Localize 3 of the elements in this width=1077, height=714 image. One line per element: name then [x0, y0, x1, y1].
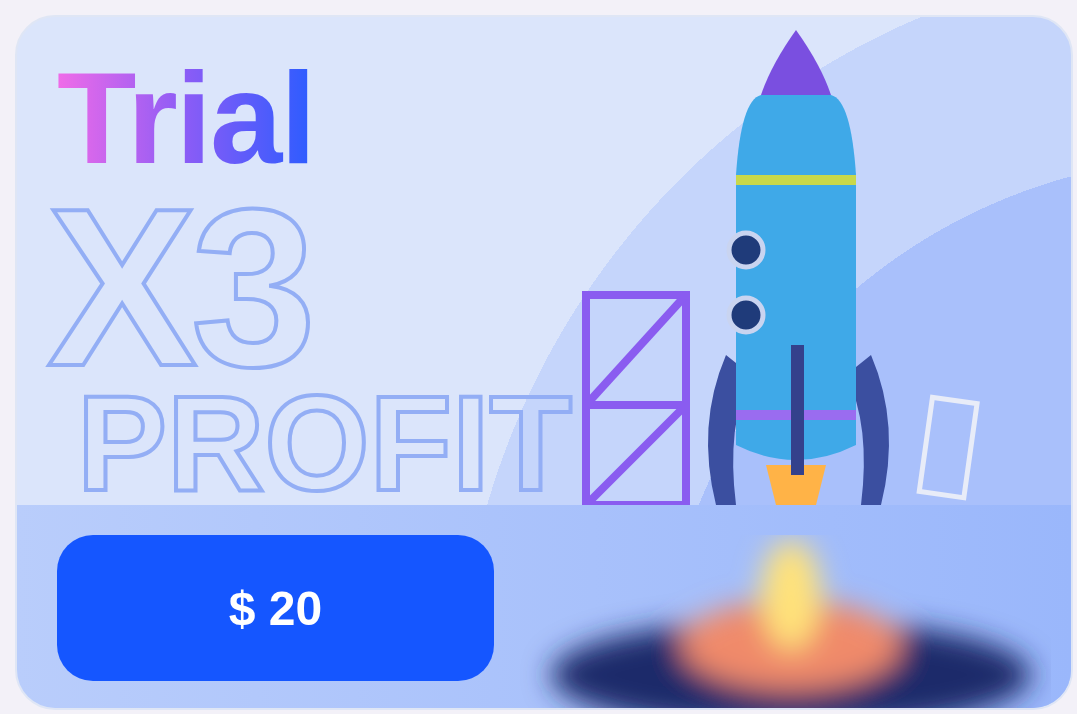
multiplier-text: X3 — [47, 197, 311, 377]
price-button[interactable]: $ 20 — [57, 535, 494, 681]
profit-text: PROFIT — [77, 387, 572, 502]
